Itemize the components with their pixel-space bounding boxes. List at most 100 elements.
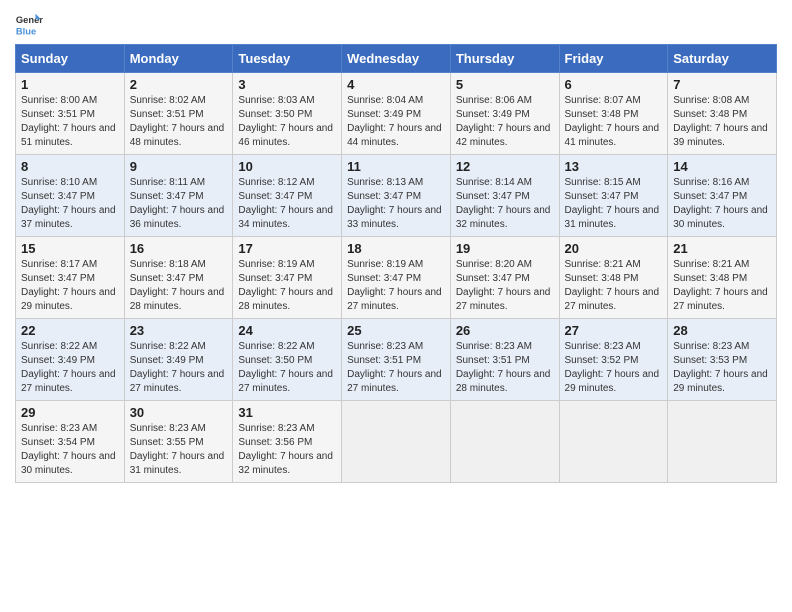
calendar-cell: 26Sunrise: 8:23 AMSunset: 3:51 PMDayligh… <box>450 319 559 401</box>
day-info: Sunrise: 8:00 AMSunset: 3:51 PMDaylight:… <box>21 95 116 148</box>
day-number: 12 <box>456 159 554 174</box>
day-info: Sunrise: 8:12 AMSunset: 3:47 PMDaylight:… <box>238 177 333 230</box>
day-info: Sunrise: 8:22 AMSunset: 3:49 PMDaylight:… <box>21 341 116 394</box>
calendar-cell: 19 Sunrise: 8:20 AMSunset: 3:47 PMDayligh… <box>450 237 559 319</box>
day-info: Sunrise: 8:21 AMSunset: 3:48 PMDaylight:… <box>673 259 768 312</box>
day-info: Sunrise: 8:17 AMSunset: 3:47 PMDaylight:… <box>21 259 116 312</box>
day-number: 17 <box>238 241 336 256</box>
calendar-cell: 27 Sunrise: 8:23 AMSunset: 3:52 PMDayligh… <box>559 319 668 401</box>
day-info: Sunrise: 8:04 AMSunset: 3:49 PMDaylight:… <box>347 95 442 148</box>
day-info: Sunrise: 8:16 AMSunset: 3:47 PMDaylight:… <box>673 177 768 230</box>
day-info: Sunrise: 8:02 AMSunset: 3:51 PMDaylight:… <box>130 95 225 148</box>
day-number: 31 <box>238 405 336 420</box>
header-row: Sunday Monday Tuesday Wednesday Thursday… <box>16 45 777 73</box>
calendar-cell: 8 Sunrise: 8:10 AMSunset: 3:47 PMDaylight… <box>16 155 125 237</box>
day-number: 21 <box>673 241 771 256</box>
calendar-cell: 25Sunrise: 8:23 AMSunset: 3:51 PMDayligh… <box>342 319 451 401</box>
calendar-cell: 17 Sunrise: 8:19 AMSunset: 3:47 PMDayligh… <box>233 237 342 319</box>
day-number: 15 <box>21 241 119 256</box>
day-number: 18 <box>347 241 445 256</box>
day-number: 28 <box>673 323 771 338</box>
calendar-cell: 23 Sunrise: 8:22 AMSunset: 3:49 PMDayligh… <box>124 319 233 401</box>
calendar-cell: 21 Sunrise: 8:21 AMSunset: 3:48 PMDayligh… <box>668 237 777 319</box>
calendar-week-row: 1 Sunrise: 8:00 AMSunset: 3:51 PMDaylight… <box>16 73 777 155</box>
day-info: Sunrise: 8:14 AMSunset: 3:47 PMDaylight:… <box>456 177 551 230</box>
calendar-cell: 15 Sunrise: 8:17 AMSunset: 3:47 PMDayligh… <box>16 237 125 319</box>
col-thursday: Thursday <box>450 45 559 73</box>
day-info: Sunrise: 8:23 AMSunset: 3:51 PMDaylight:… <box>347 341 442 394</box>
day-info: Sunrise: 8:13 AMSunset: 3:47 PMDaylight:… <box>347 177 442 230</box>
calendar-cell: 2Sunrise: 8:02 AMSunset: 3:51 PMDaylight… <box>124 73 233 155</box>
calendar-cell: 5Sunrise: 8:06 AMSunset: 3:49 PMDaylight… <box>450 73 559 155</box>
calendar-week-row: 8 Sunrise: 8:10 AMSunset: 3:47 PMDaylight… <box>16 155 777 237</box>
calendar-week-row: 29 Sunrise: 8:23 AMSunset: 3:54 PMDayligh… <box>16 401 777 483</box>
calendar-header: Sunday Monday Tuesday Wednesday Thursday… <box>16 45 777 73</box>
day-info: Sunrise: 8:23 AMSunset: 3:55 PMDaylight:… <box>130 423 225 476</box>
calendar-cell: 10 Sunrise: 8:12 AMSunset: 3:47 PMDayligh… <box>233 155 342 237</box>
calendar-table: Sunday Monday Tuesday Wednesday Thursday… <box>15 44 777 483</box>
day-number: 22 <box>21 323 119 338</box>
day-number: 1 <box>21 77 119 92</box>
calendar-cell: 20Sunrise: 8:21 AMSunset: 3:48 PMDayligh… <box>559 237 668 319</box>
day-info: Sunrise: 8:20 AMSunset: 3:47 PMDaylight:… <box>456 259 551 312</box>
day-info: Sunrise: 8:19 AMSunset: 3:47 PMDaylight:… <box>238 259 333 312</box>
day-number: 10 <box>238 159 336 174</box>
day-number: 5 <box>456 77 554 92</box>
day-number: 23 <box>130 323 228 338</box>
col-monday: Monday <box>124 45 233 73</box>
day-number: 8 <box>21 159 119 174</box>
calendar-cell: 1 Sunrise: 8:00 AMSunset: 3:51 PMDaylight… <box>16 73 125 155</box>
day-info: Sunrise: 8:07 AMSunset: 3:48 PMDaylight:… <box>565 95 660 148</box>
day-number: 30 <box>130 405 228 420</box>
calendar-cell: 13Sunrise: 8:15 AMSunset: 3:47 PMDayligh… <box>559 155 668 237</box>
day-info: Sunrise: 8:21 AMSunset: 3:48 PMDaylight:… <box>565 259 660 312</box>
col-wednesday: Wednesday <box>342 45 451 73</box>
day-info: Sunrise: 8:23 AMSunset: 3:52 PMDaylight:… <box>565 341 660 394</box>
day-info: Sunrise: 8:15 AMSunset: 3:47 PMDaylight:… <box>565 177 660 230</box>
calendar-cell: 7Sunrise: 8:08 AMSunset: 3:48 PMDaylight… <box>668 73 777 155</box>
day-number: 3 <box>238 77 336 92</box>
calendar-cell: 11 Sunrise: 8:13 AMSunset: 3:47 PMDayligh… <box>342 155 451 237</box>
calendar-cell: 31 Sunrise: 8:23 AMSunset: 3:56 PMDayligh… <box>233 401 342 483</box>
calendar-cell: 22 Sunrise: 8:22 AMSunset: 3:49 PMDayligh… <box>16 319 125 401</box>
calendar-cell: 4 Sunrise: 8:04 AMSunset: 3:49 PMDaylight… <box>342 73 451 155</box>
day-info: Sunrise: 8:23 AMSunset: 3:54 PMDaylight:… <box>21 423 116 476</box>
calendar-cell: 12 Sunrise: 8:14 AMSunset: 3:47 PMDayligh… <box>450 155 559 237</box>
calendar-cell: 3 Sunrise: 8:03 AMSunset: 3:50 PMDaylight… <box>233 73 342 155</box>
calendar-cell: 16Sunrise: 8:18 AMSunset: 3:47 PMDayligh… <box>124 237 233 319</box>
header: General Blue <box>15 10 777 38</box>
svg-text:General: General <box>16 15 43 25</box>
logo-icon: General Blue <box>15 10 43 38</box>
col-saturday: Saturday <box>668 45 777 73</box>
calendar-body: 1 Sunrise: 8:00 AMSunset: 3:51 PMDaylight… <box>16 73 777 483</box>
calendar-week-row: 15 Sunrise: 8:17 AMSunset: 3:47 PMDayligh… <box>16 237 777 319</box>
day-info: Sunrise: 8:10 AMSunset: 3:47 PMDaylight:… <box>21 177 116 230</box>
day-info: Sunrise: 8:08 AMSunset: 3:48 PMDaylight:… <box>673 95 768 148</box>
day-number: 16 <box>130 241 228 256</box>
calendar-cell: 28 Sunrise: 8:23 AMSunset: 3:53 PMDayligh… <box>668 319 777 401</box>
day-info: Sunrise: 8:03 AMSunset: 3:50 PMDaylight:… <box>238 95 333 148</box>
day-number: 4 <box>347 77 445 92</box>
logo: General Blue <box>15 10 43 38</box>
calendar-cell: 29 Sunrise: 8:23 AMSunset: 3:54 PMDayligh… <box>16 401 125 483</box>
col-sunday: Sunday <box>16 45 125 73</box>
col-friday: Friday <box>559 45 668 73</box>
day-number: 11 <box>347 159 445 174</box>
day-number: 6 <box>565 77 663 92</box>
day-number: 26 <box>456 323 554 338</box>
day-info: Sunrise: 8:23 AMSunset: 3:53 PMDaylight:… <box>673 341 768 394</box>
day-number: 27 <box>565 323 663 338</box>
day-number: 29 <box>21 405 119 420</box>
day-number: 19 <box>456 241 554 256</box>
calendar-cell <box>559 401 668 483</box>
day-info: Sunrise: 8:22 AMSunset: 3:50 PMDaylight:… <box>238 341 333 394</box>
calendar-cell: 24 Sunrise: 8:22 AMSunset: 3:50 PMDayligh… <box>233 319 342 401</box>
calendar-cell: 14Sunrise: 8:16 AMSunset: 3:47 PMDayligh… <box>668 155 777 237</box>
day-info: Sunrise: 8:19 AMSunset: 3:47 PMDaylight:… <box>347 259 442 312</box>
day-number: 24 <box>238 323 336 338</box>
day-info: Sunrise: 8:23 AMSunset: 3:56 PMDaylight:… <box>238 423 333 476</box>
calendar-cell: 18 Sunrise: 8:19 AMSunset: 3:47 PMDayligh… <box>342 237 451 319</box>
col-tuesday: Tuesday <box>233 45 342 73</box>
calendar-cell: 6 Sunrise: 8:07 AMSunset: 3:48 PMDaylight… <box>559 73 668 155</box>
day-info: Sunrise: 8:22 AMSunset: 3:49 PMDaylight:… <box>130 341 225 394</box>
